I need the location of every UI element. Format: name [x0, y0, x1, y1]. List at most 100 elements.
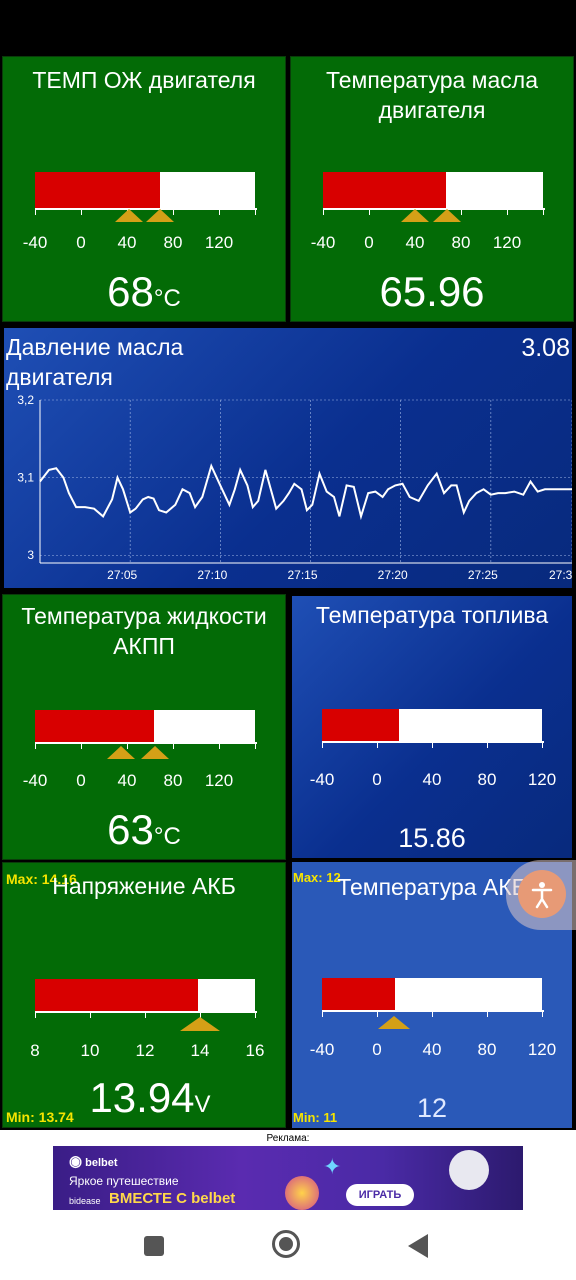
- tick-label: 120: [492, 233, 522, 252]
- panel-oil-temp[interactable]: Температура масла двигателя -40 0 40 80 …: [290, 56, 574, 322]
- tick: [323, 208, 324, 215]
- ad-play-button[interactable]: ИГРАТЬ: [346, 1184, 414, 1206]
- tick-label: 120: [204, 771, 234, 790]
- tick-label: 14: [190, 1041, 210, 1060]
- tick: [432, 1010, 433, 1017]
- tick: [543, 208, 544, 215]
- x-tick-label: 27:20: [378, 568, 408, 582]
- tick-label: -40: [22, 771, 48, 790]
- gauge-axis: [35, 742, 257, 744]
- tick: [432, 741, 433, 748]
- tick: [507, 208, 508, 215]
- tick-label: -40: [310, 233, 336, 252]
- unit: V: [194, 1091, 211, 1118]
- gauge-fill: [35, 979, 198, 1011]
- ad-brand-logo: ◉ belbet: [69, 1153, 118, 1170]
- tick-label: 80: [477, 770, 497, 789]
- ad-star-icon: ✦: [323, 1154, 342, 1179]
- panel-title: Температура масла двигателя: [325, 67, 538, 123]
- x-tick-label: 27:30: [549, 568, 572, 582]
- gauge-bar: [322, 978, 542, 1010]
- panel-atf-temp[interactable]: Температура жидкости АКПП -40 0 40 80 12…: [2, 594, 286, 860]
- panel-title: ТЕМП ОЖ двигателя: [32, 67, 256, 93]
- ad-label: Реклама:: [266, 1133, 310, 1144]
- panel-coolant-temp[interactable]: ТЕМП ОЖ двигателя -40 0 40 80 120 68°C: [2, 56, 286, 322]
- back-button[interactable]: [408, 1232, 434, 1260]
- tick-label: 120: [527, 770, 557, 789]
- tick: [487, 1010, 488, 1017]
- recents-button[interactable]: [142, 1234, 166, 1258]
- unit: °C: [153, 823, 181, 850]
- min-marker: [107, 746, 135, 759]
- value: 15.86: [398, 823, 466, 853]
- tick-label: 40: [422, 770, 442, 789]
- ad-coin-icon: [285, 1176, 319, 1210]
- max-marker: [433, 209, 461, 222]
- gauge-bar: [322, 709, 542, 741]
- square-icon: [144, 1236, 164, 1256]
- gauge-fill: [323, 172, 447, 208]
- panel-title: Температура топлива: [315, 602, 549, 628]
- tick-label: 120: [527, 1040, 557, 1059]
- tick: [81, 742, 82, 749]
- floating-accessibility-button[interactable]: [506, 860, 576, 930]
- tick-label: 40: [117, 771, 137, 790]
- tick: [35, 208, 36, 215]
- tick-label: 0: [364, 233, 374, 252]
- tick: [255, 742, 256, 749]
- tick-label: 120: [204, 233, 234, 252]
- accessibility-icon: [518, 870, 566, 918]
- tick-label: -40: [309, 1040, 335, 1059]
- gauge-fill: [322, 978, 395, 1010]
- home-button[interactable]: [272, 1230, 304, 1262]
- tick: [255, 208, 256, 215]
- gauge-axis: [322, 741, 544, 743]
- panel-title: Напряжение АКБ: [52, 873, 236, 899]
- tick-label: 0: [76, 771, 86, 790]
- x-tick-label: 27:15: [287, 568, 317, 582]
- tick: [322, 741, 323, 748]
- tick-label: 10: [80, 1041, 100, 1060]
- tick: [219, 742, 220, 749]
- value-readout: 63°C: [3, 806, 285, 859]
- pressure-line-chart: 3,2 3,1 3 27:05 27:10 27:15 27:20 27:25 27:30: [17, 393, 572, 582]
- gauge-bar: [35, 172, 255, 208]
- tick-label: 80: [163, 771, 183, 790]
- gauge-bar: [35, 979, 255, 1011]
- y-tick-label: 3,2: [17, 393, 34, 407]
- tick: [81, 208, 82, 215]
- tick-label: 40: [422, 1040, 442, 1059]
- value: 63: [107, 806, 154, 853]
- panel-battery-voltage[interactable]: Max: 14.16 Напряжение АКБ 8 10 12 14 16 …: [2, 862, 286, 1128]
- circle-icon: [272, 1230, 300, 1258]
- tick-label: 40: [117, 233, 137, 252]
- tick: [322, 1010, 323, 1017]
- tick: [542, 741, 543, 748]
- ad-banner[interactable]: ◉ belbet Яркое путешествие ВМЕСТЕ С belb…: [53, 1146, 523, 1210]
- tick-label: -40: [22, 233, 48, 252]
- value-marker: [180, 1017, 220, 1031]
- y-tick-label: 3: [27, 548, 34, 562]
- tick: [219, 208, 220, 215]
- tick: [369, 208, 370, 215]
- gauge-axis: [35, 1011, 257, 1013]
- tick: [255, 1011, 256, 1018]
- tick-label: 80: [451, 233, 471, 252]
- tick: [35, 742, 36, 749]
- status-bar: [0, 0, 576, 56]
- tick-label: 0: [76, 233, 86, 252]
- y-tick-label: 3,1: [17, 471, 34, 485]
- tick: [35, 1011, 36, 1018]
- unit: °C: [153, 285, 181, 312]
- panel-title: Температура жидкости АКПП: [21, 603, 267, 659]
- tick-label: 80: [163, 233, 183, 252]
- tick: [487, 741, 488, 748]
- x-tick-label: 27:25: [468, 568, 498, 582]
- ad-source: bidease: [69, 1196, 101, 1206]
- panel-fuel-temp[interactable]: Температура топлива -40 0 40 80 120 15.8…: [292, 596, 572, 858]
- tick-label: 0: [372, 1040, 382, 1059]
- min-label: Min: 11: [293, 1110, 338, 1125]
- tick-label: 12: [135, 1041, 155, 1060]
- panel-oil-pressure[interactable]: Давление масла двигателя 3.08 3,2 3,1 3 27:…: [4, 328, 572, 588]
- gauge-fill: [35, 172, 161, 208]
